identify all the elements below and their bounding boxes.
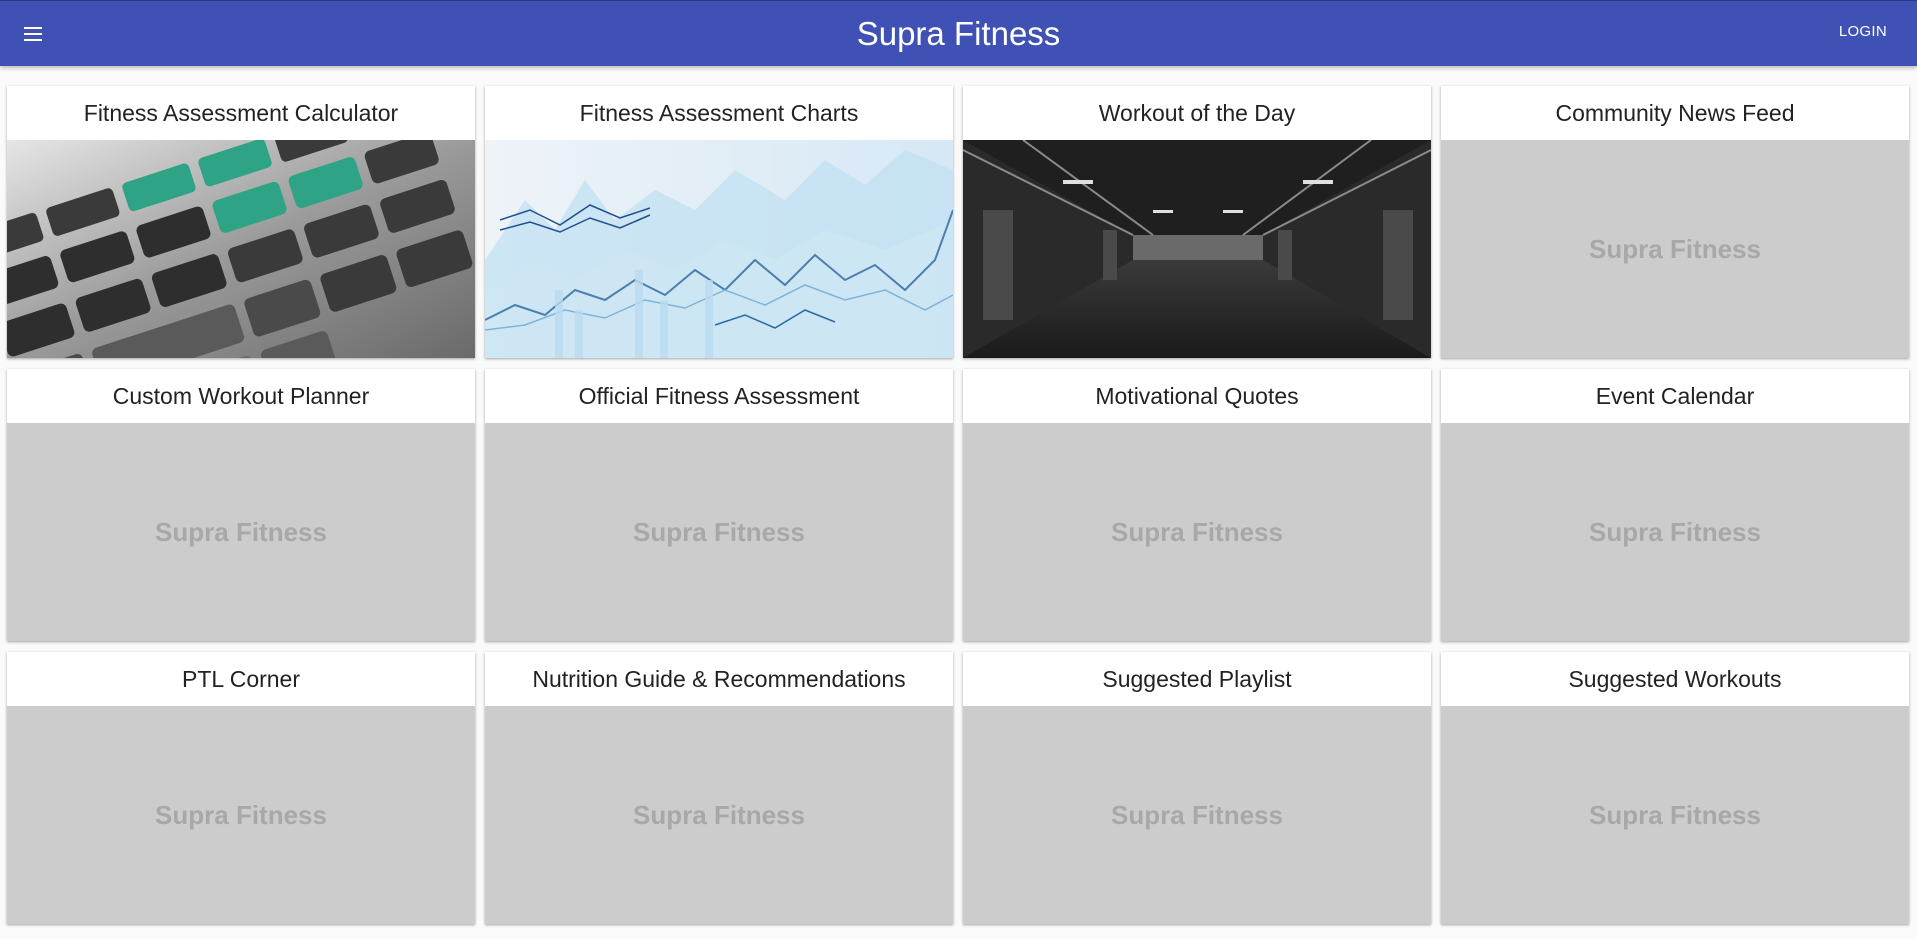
- menu-icon[interactable]: [20, 21, 46, 47]
- card-title: Suggested Workouts: [1568, 666, 1782, 692]
- card-title: Custom Workout Planner: [112, 383, 370, 409]
- card-grid: Fitness Assessment Calculator Fitness As…: [7, 86, 1909, 924]
- card-event-calendar[interactable]: Event Calendar Supra Fitness: [1441, 369, 1909, 641]
- card-title: Motivational Quotes: [1095, 383, 1299, 409]
- login-button[interactable]: LOGIN: [1839, 23, 1887, 40]
- card-title: Workout of the Day: [1098, 100, 1296, 126]
- placeholder-text: Supra Fitness: [155, 516, 327, 547]
- card-title: Community News Feed: [1555, 100, 1795, 126]
- card-placeholder-image: Supra Fitness: [485, 423, 953, 641]
- placeholder-text: Supra Fitness: [1111, 799, 1283, 830]
- app-bar: Supra Fitness LOGIN: [0, 0, 1917, 66]
- card-title: Official Fitness Assessment: [578, 383, 860, 409]
- card-official-fitness-assessment[interactable]: Official Fitness Assessment Supra Fitnes…: [485, 369, 953, 641]
- card-placeholder-image: Supra Fitness: [963, 423, 1431, 641]
- card-placeholder-image: Supra Fitness: [1441, 706, 1909, 924]
- card-title: Fitness Assessment Charts: [579, 100, 859, 126]
- card-placeholder-image: Supra Fitness: [485, 706, 953, 924]
- placeholder-text: Supra Fitness: [1589, 233, 1761, 264]
- gym-image: [963, 140, 1431, 358]
- card-title: PTL Corner: [181, 666, 301, 692]
- card-motivational-quotes[interactable]: Motivational Quotes Supra Fitness: [963, 369, 1431, 641]
- card-nutrition-guide[interactable]: Nutrition Guide & Recommendations Supra …: [485, 652, 953, 924]
- card-placeholder-image: Supra Fitness: [1441, 140, 1909, 358]
- card-suggested-playlist[interactable]: Suggested Playlist Supra Fitness: [963, 652, 1431, 924]
- calculator-image: [7, 140, 475, 358]
- card-fitness-assessment-calculator[interactable]: Fitness Assessment Calculator: [7, 86, 475, 358]
- card-workout-of-the-day[interactable]: Workout of the Day: [963, 86, 1431, 358]
- card-placeholder-image: Supra Fitness: [7, 423, 475, 641]
- card-ptl-corner[interactable]: PTL Corner Supra Fitness: [7, 652, 475, 924]
- placeholder-text: Supra Fitness: [1111, 516, 1283, 547]
- placeholder-text: Supra Fitness: [1589, 516, 1761, 547]
- card-suggested-workouts[interactable]: Suggested Workouts Supra Fitness: [1441, 652, 1909, 924]
- placeholder-text: Supra Fitness: [633, 799, 805, 830]
- placeholder-text: Supra Fitness: [1589, 799, 1761, 830]
- card-title: Event Calendar: [1595, 383, 1755, 409]
- menu-icon-line: [24, 33, 42, 35]
- placeholder-text: Supra Fitness: [633, 516, 805, 547]
- card-community-news-feed[interactable]: Community News Feed Supra Fitness: [1441, 86, 1909, 358]
- placeholder-text: Supra Fitness: [155, 799, 327, 830]
- card-placeholder-image: Supra Fitness: [1441, 423, 1909, 641]
- card-placeholder-image: Supra Fitness: [7, 706, 475, 924]
- card-title: Fitness Assessment Calculator: [83, 100, 399, 126]
- menu-icon-line: [24, 27, 42, 29]
- app-title: Supra Fitness: [856, 15, 1061, 52]
- card-title: Nutrition Guide & Recommendations: [532, 666, 906, 692]
- card-title: Suggested Playlist: [1102, 666, 1292, 692]
- menu-icon-line: [24, 39, 42, 41]
- card-custom-workout-planner[interactable]: Custom Workout Planner Supra Fitness: [7, 369, 475, 641]
- card-fitness-assessment-charts[interactable]: Fitness Assessment Charts: [485, 86, 953, 358]
- card-placeholder-image: Supra Fitness: [963, 706, 1431, 924]
- charts-image: [485, 140, 953, 358]
